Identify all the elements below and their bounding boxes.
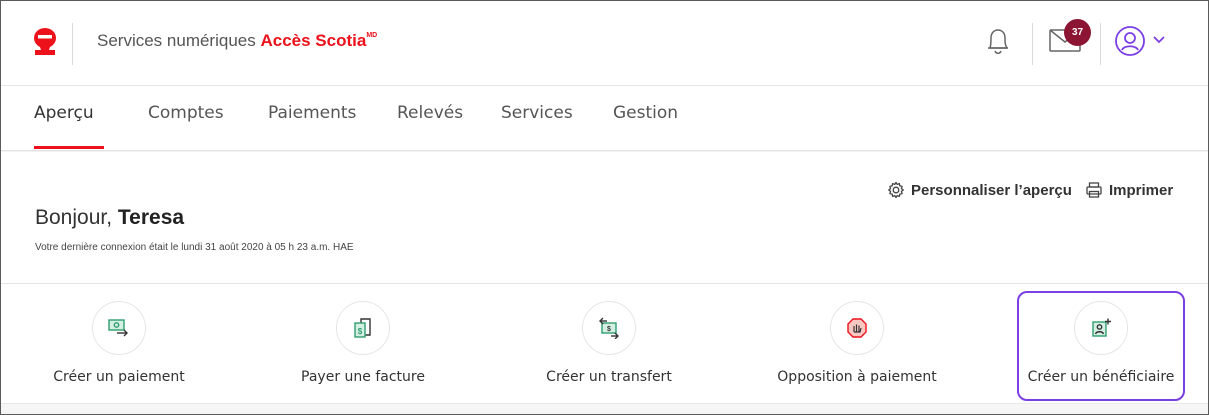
app-window: Services numériques Accès ScotiaMD 37 Ap…: [0, 0, 1209, 415]
active-tab-indicator: [34, 146, 104, 149]
bell-icon[interactable]: [985, 25, 1011, 57]
print-label: Imprimer: [1109, 181, 1174, 199]
brand-title: Services numériques Accès ScotiaMD: [97, 31, 377, 51]
bill-icon: $: [354, 318, 371, 338]
user-avatar-icon[interactable]: [1114, 25, 1146, 57]
quick-action-pay-bill[interactable]: $ Payer une facture: [273, 291, 453, 401]
brand-name: Accès Scotia: [260, 31, 367, 50]
last-login-text: Votre dernière connexion était le lundi …: [35, 242, 354, 253]
add-payee-icon: [1092, 318, 1111, 337]
tab-comptes[interactable]: Comptes: [148, 103, 224, 123]
quick-action-label: Créer un transfert: [546, 369, 672, 385]
tab-gestion[interactable]: Gestion: [613, 103, 678, 123]
payment-icon: [108, 319, 128, 337]
stop-payment-icon: [847, 318, 867, 338]
quick-action-create-payee[interactable]: Créer un bénéficiaire: [1017, 291, 1185, 401]
logo-divider: [72, 23, 73, 65]
quick-action-label: Créer un bénéficiaire: [1027, 369, 1175, 385]
scotiabank-logo[interactable]: [31, 26, 59, 58]
quick-action-create-transfer[interactable]: $ Créer un transfert: [519, 291, 699, 401]
quick-action-stop-payment[interactable]: Opposition à paiement: [767, 291, 947, 401]
quick-action-create-payment[interactable]: Créer un paiement: [29, 291, 209, 401]
quick-action-label: Payer une facture: [301, 369, 425, 385]
greeting-hello: Bonjour,: [35, 206, 118, 229]
bottom-strip: [1, 403, 1208, 414]
tab-releves[interactable]: Relevés: [397, 103, 463, 123]
tab-apercu[interactable]: Aperçu: [34, 103, 94, 123]
print-link[interactable]: Imprimer: [1085, 181, 1173, 199]
toolbar-divider: [1032, 23, 1033, 65]
user-name: Teresa: [117, 206, 185, 229]
gear-icon: [888, 181, 904, 199]
printer-icon: [1086, 182, 1102, 198]
mail-count-badge: 37: [1064, 19, 1091, 46]
brand-mark: MD: [366, 32, 378, 39]
transfer-icon: $: [599, 317, 619, 339]
quick-action-label: Opposition à paiement: [777, 369, 937, 385]
quick-action-circle: $: [582, 301, 636, 355]
personalize-label: Personnaliser l’aperçu: [911, 181, 1072, 199]
quick-action-circle: [830, 301, 884, 355]
quick-action-circle: [1074, 301, 1128, 355]
personalize-overview-link[interactable]: Personnaliser l’aperçu: [887, 181, 1072, 199]
chevron-down-icon[interactable]: [1152, 35, 1166, 45]
greeting-title: Bonjour, Teresa: [35, 206, 184, 230]
quick-action-label: Créer un paiement: [53, 369, 185, 385]
top-bar: Services numériques Accès ScotiaMD 37: [1, 1, 1208, 86]
tab-services[interactable]: Services: [501, 103, 573, 123]
quick-action-circle: [92, 301, 146, 355]
brand-prefix: Services numériques: [97, 31, 261, 50]
svg-text:$: $: [358, 327, 363, 336]
tab-paiements[interactable]: Paiements: [268, 103, 356, 123]
quick-action-circle: $: [336, 301, 390, 355]
svg-text:$: $: [607, 326, 611, 333]
toolbar-divider: [1100, 23, 1101, 65]
section-divider: [1, 283, 1208, 284]
